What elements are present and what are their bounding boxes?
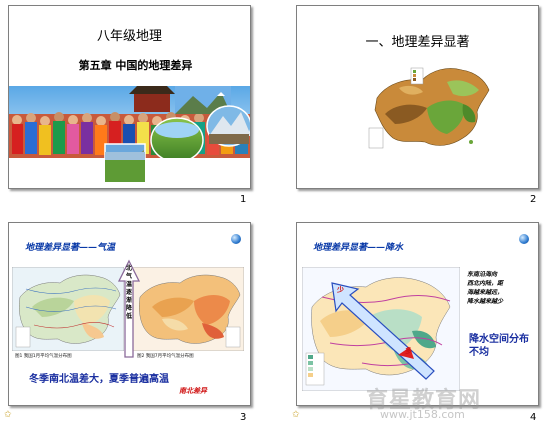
slide-3-map1-caption: 图1 我国1月平均气温分布图 [15, 354, 72, 359]
slide-2-number: 2 [530, 194, 537, 205]
slide-thumbnail-3[interactable]: 地理差异显著——气温 北 气 温 逐 渐 降 低 图1 我国1月平均气温分布图 … [8, 222, 251, 406]
slide-4-side-text: 东南沿海向 西北内陆，距 海越来越远， 降水越来越少 [467, 271, 504, 305]
slide-2-china-terrain-map [368, 67, 490, 149]
slide-4-number: 4 [530, 412, 537, 423]
slide-3-arrow-label: 北 气 温 逐 渐 降 低 [126, 265, 133, 320]
slide-1-chapter: 第五章 中国的地理差异 [78, 59, 193, 72]
slide-4-label-less: 少 [337, 286, 344, 294]
slide-2-title: 一、地理差异显著 [365, 35, 470, 50]
slide-4-header: 地理差异显著——降水 [313, 243, 404, 253]
slide-3-transition-icon: ✩ [4, 410, 12, 420]
slide-4-summary: 降水空间分布不均 [469, 334, 529, 358]
slide-thumbnail-1[interactable]: 八年级地理 第五章 中国的地理差异 [8, 5, 251, 189]
slide-1-photo-collage [9, 86, 250, 186]
slide-4-precipitation-map [302, 267, 460, 391]
globe-icon [519, 234, 529, 244]
slide-1-number: 1 [240, 194, 247, 205]
slide-3-july-temperature-map [132, 267, 244, 351]
slide-4-label-more: 多 [405, 347, 412, 355]
slide-3-january-temperature-map [12, 267, 124, 351]
slide-3-map2-caption: 图2 我国7月平均气温分布图 [137, 354, 194, 359]
slide-thumbnail-4[interactable]: 地理差异显著——降水 少 多 东南沿海向 西北内陆，距 海越来越远， 降水越来越… [296, 222, 539, 406]
slide-3-header: 地理差异显著——气温 [25, 243, 116, 253]
slide-thumbnail-2[interactable]: 一、地理差异显著 [296, 5, 539, 189]
watermark-url: www.jt158.com [380, 408, 465, 421]
slide-1-title: 八年级地理 [96, 29, 162, 44]
slide-3-note: 南北差异 [179, 387, 207, 395]
slide-3-number: 3 [240, 412, 247, 423]
slide-4-transition-icon: ✩ [292, 410, 300, 420]
globe-icon [231, 234, 241, 244]
slide-3-summary: 冬季南北温差大，夏季普遍高温 [29, 374, 169, 385]
